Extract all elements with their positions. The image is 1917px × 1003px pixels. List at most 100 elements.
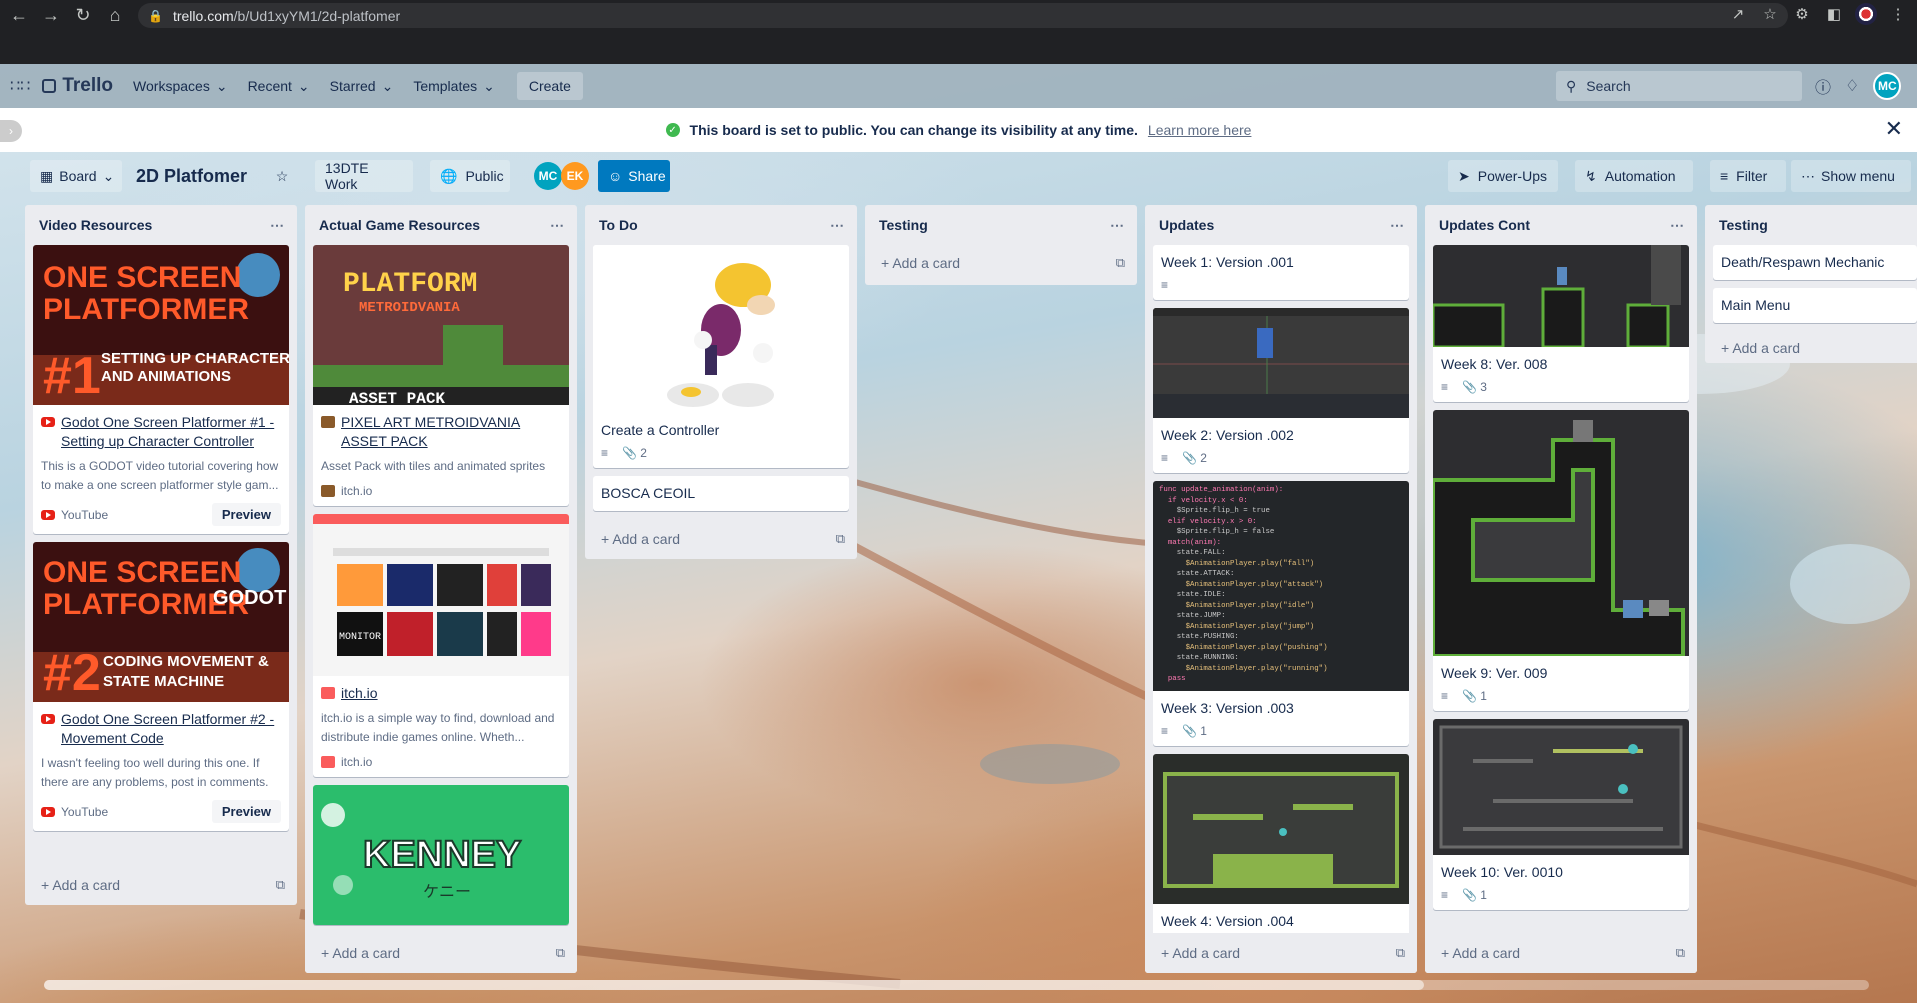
- add-card-button[interactable]: + Add a card ⧉: [1425, 933, 1697, 973]
- sidebar-expand-icon[interactable]: ›: [0, 120, 22, 142]
- back-icon[interactable]: ←: [6, 2, 32, 28]
- bookmark-star-icon[interactable]: ☆: [1759, 5, 1781, 23]
- list-menu-icon[interactable]: ⋯: [1670, 217, 1685, 234]
- card-title[interactable]: Week 9: Ver. 009: [1441, 664, 1681, 683]
- info-icon[interactable]: ⓘ: [1815, 74, 1831, 98]
- card-template-icon[interactable]: ⧉: [836, 531, 845, 547]
- card-title[interactable]: Godot One Screen Platformer #1 - Setting…: [61, 413, 281, 451]
- menu-workspaces[interactable]: Workspaces ⌄: [133, 78, 228, 95]
- card-template-icon[interactable]: ⧉: [276, 877, 285, 893]
- profile-avatar[interactable]: [1855, 3, 1877, 25]
- visibility-button[interactable]: 🌐 Public: [430, 160, 510, 192]
- list-header[interactable]: Actual Game Resources ⋯: [305, 205, 577, 245]
- menu-templates[interactable]: Templates ⌄: [413, 78, 495, 95]
- card-kenney[interactable]: KENNEY ケニー: [313, 785, 569, 925]
- card-title[interactable]: Death/Respawn Mechanic: [1721, 253, 1909, 272]
- search-input[interactable]: ⚲ Search: [1556, 71, 1802, 101]
- list-menu-icon[interactable]: ⋯: [830, 217, 845, 234]
- menu-recent[interactable]: Recent ⌄: [248, 78, 310, 95]
- menu-starred[interactable]: Starred ⌄: [330, 78, 394, 95]
- list-menu-icon[interactable]: ⋯: [1110, 217, 1125, 234]
- add-card-button[interactable]: + Add a card ⧉: [585, 519, 857, 559]
- home-icon[interactable]: ⌂: [102, 2, 128, 28]
- share-page-icon[interactable]: ↗: [1727, 5, 1749, 23]
- card-title[interactable]: Create a Controller: [601, 421, 841, 440]
- board-view-switcher[interactable]: ▦ Board ⌄: [30, 160, 122, 192]
- create-button[interactable]: Create: [516, 72, 583, 100]
- list-header[interactable]: Video Resources ⋯: [25, 205, 297, 245]
- filter-button[interactable]: ≡ Filter: [1710, 160, 1786, 192]
- preview-button[interactable]: Preview: [211, 503, 281, 526]
- card-main-menu[interactable]: Main Menu: [1713, 288, 1917, 323]
- scrollbar-thumb[interactable]: [44, 980, 1424, 990]
- card-title[interactable]: PIXEL ART METROIDVANIA ASSET PACK: [341, 413, 561, 451]
- card-title[interactable]: Week 8: Ver. 008: [1441, 355, 1681, 374]
- app-switcher-icon[interactable]: ∷∷: [10, 76, 30, 96]
- card-template-icon[interactable]: ⧉: [1396, 945, 1405, 961]
- card-title[interactable]: Main Menu: [1721, 296, 1909, 315]
- card-video-1[interactable]: ONE SCREEN PLATFORMER #1 SETTING UP CHAR…: [33, 245, 289, 534]
- share-button[interactable]: ☺ Share: [598, 160, 670, 192]
- show-menu-button[interactable]: ⋯ Show menu: [1791, 160, 1911, 192]
- attachment-count: 📎 1: [1182, 724, 1207, 738]
- extensions-icon[interactable]: ⚙: [1791, 5, 1813, 23]
- user-avatar[interactable]: MC: [1873, 72, 1902, 100]
- add-card-button[interactable]: + Add a card ⧉: [865, 245, 1137, 281]
- card-template-icon[interactable]: ⧉: [1676, 945, 1685, 961]
- card-death-respawn[interactable]: Death/Respawn Mechanic: [1713, 245, 1917, 280]
- list-menu-icon[interactable]: ⋯: [550, 217, 565, 234]
- workspace-button[interactable]: 13DTE Work: [315, 160, 413, 192]
- card-week-4[interactable]: Week 4: Version .004: [1153, 754, 1409, 935]
- list-header[interactable]: Testing: [1705, 205, 1917, 245]
- forward-icon[interactable]: →: [38, 2, 64, 28]
- card-itch-io[interactable]: MONITOR itch.io itch.io is a simple way …: [313, 514, 569, 777]
- power-ups-button[interactable]: ➤ Power-Ups: [1448, 160, 1558, 192]
- list-menu-icon[interactable]: ⋯: [1390, 217, 1405, 234]
- add-card-button[interactable]: + Add a card ⧉: [305, 933, 577, 973]
- card-week-10[interactable]: Week 10: Ver. 0010 ≡ 📎 1: [1433, 719, 1689, 910]
- card-template-icon[interactable]: ⧉: [556, 945, 565, 961]
- list-header[interactable]: Updates ⋯: [1145, 205, 1417, 245]
- member-avatar-mc[interactable]: MC: [534, 162, 562, 190]
- list-header[interactable]: Updates Cont ⋯: [1425, 205, 1697, 245]
- card-video-2[interactable]: ONE SCREEN PLATFORMER #2 CODING MOVEMENT…: [33, 542, 289, 831]
- address-bar[interactable]: 🔒 trello.com/b/Ud1xyYM1/2d-platfomer: [138, 3, 1788, 28]
- card-template-icon[interactable]: ⧉: [1116, 255, 1125, 271]
- sidepanel-icon[interactable]: ◧: [1823, 5, 1845, 23]
- svg-text:AND ANIMATIONS: AND ANIMATIONS: [101, 368, 231, 385]
- add-card-button[interactable]: + Add a card: [1705, 331, 1917, 363]
- card-week-8[interactable]: Week 8: Ver. 008 ≡ 📎 3: [1433, 245, 1689, 402]
- card-week-3[interactable]: func update_animation(anim): if velocity…: [1153, 481, 1409, 746]
- card-title[interactable]: BOSCA CEOIL: [601, 484, 841, 503]
- notification-bell-icon[interactable]: ♢: [1845, 76, 1859, 96]
- reload-icon[interactable]: ↻: [70, 2, 96, 28]
- card-week-2[interactable]: Week 2: Version .002 ≡ 📎 2: [1153, 308, 1409, 473]
- star-board-icon[interactable]: ☆: [266, 160, 298, 192]
- learn-more-link[interactable]: Learn more here: [1148, 122, 1252, 138]
- card-asset-pack[interactable]: PLATFORM METROIDVANIA ASSET PACK PIXEL A…: [313, 245, 569, 506]
- card-week-1[interactable]: Week 1: Version .001 ≡: [1153, 245, 1409, 300]
- card-title[interactable]: Week 4: Version .004: [1161, 912, 1401, 931]
- card-title[interactable]: itch.io: [341, 684, 378, 703]
- card-title[interactable]: Week 2: Version .002: [1161, 426, 1401, 445]
- card-title[interactable]: Week 10: Ver. 0010: [1441, 863, 1681, 882]
- card-title[interactable]: Week 3: Version .003: [1161, 699, 1401, 718]
- list-menu-icon[interactable]: ⋯: [270, 217, 285, 234]
- add-card-button[interactable]: + Add a card ⧉: [25, 865, 297, 905]
- card-create-controller[interactable]: Create a Controller ≡ 📎 2: [593, 245, 849, 468]
- board-horizontal-scrollbar[interactable]: [44, 980, 1869, 990]
- trello-logo[interactable]: Trello: [42, 75, 113, 97]
- add-card-button[interactable]: + Add a card ⧉: [1145, 933, 1417, 973]
- card-title[interactable]: Godot One Screen Platformer #2 - Movemen…: [61, 710, 281, 748]
- chrome-menu-icon[interactable]: ⋮: [1887, 5, 1909, 23]
- preview-button[interactable]: Preview: [211, 800, 281, 823]
- board-title[interactable]: 2D Platfomer: [136, 166, 247, 187]
- card-title[interactable]: Week 1: Version .001: [1161, 253, 1401, 272]
- close-icon[interactable]: ✕: [1885, 116, 1903, 142]
- list-header[interactable]: Testing ⋯: [865, 205, 1137, 245]
- card-week-9[interactable]: Week 9: Ver. 009 ≡ 📎 1: [1433, 410, 1689, 711]
- automation-button[interactable]: ↯ Automation: [1575, 160, 1693, 192]
- member-avatar-ek[interactable]: EK: [561, 162, 589, 190]
- list-header[interactable]: To Do ⋯: [585, 205, 857, 245]
- card-bosca-ceoil[interactable]: BOSCA CEOIL: [593, 476, 849, 511]
